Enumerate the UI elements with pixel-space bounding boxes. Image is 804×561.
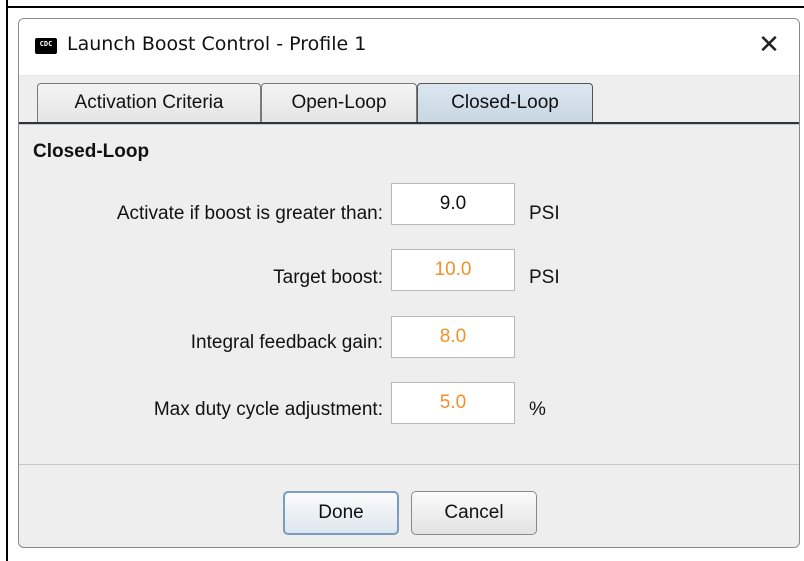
app-logo-text: CDC [39, 40, 53, 48]
integral-gain-label: Integral feedback gain: [190, 332, 383, 353]
max-duty-cycle-unit: % [529, 399, 546, 420]
max-duty-cycle-label: Max duty cycle adjustment: [153, 399, 383, 420]
max-duty-cycle-field[interactable]: 5.0 [391, 382, 515, 424]
target-boost-field[interactable]: 10.0 [391, 249, 515, 291]
tab-underline-highlight [19, 124, 799, 125]
frame-edge-top [6, 6, 804, 8]
screenshot-background: CDC Launch Boost Control - Profile 1 ✕ A… [0, 0, 804, 561]
target-boost-label: Target boost: [273, 267, 383, 288]
tab-closed-loop[interactable]: Closed-Loop [417, 83, 593, 123]
title-bar[interactable]: CDC Launch Boost Control - Profile 1 ✕ [19, 19, 799, 76]
frame-edge-left [6, 0, 8, 561]
integral-gain-field[interactable]: 8.0 [391, 316, 515, 358]
target-boost-unit: PSI [529, 267, 560, 288]
section-title: Closed-Loop [33, 141, 150, 162]
activate-boost-unit: PSI [529, 203, 560, 224]
button-separator [19, 464, 799, 465]
tab-activation-criteria[interactable]: Activation Criteria [37, 83, 261, 123]
activate-boost-label: Activate if boost is greater than: [116, 203, 383, 224]
cancel-button[interactable]: Cancel [411, 491, 537, 535]
done-button[interactable]: Done [283, 491, 399, 535]
app-logo-icon: CDC [35, 38, 57, 54]
activate-boost-field[interactable]: 9.0 [391, 183, 515, 225]
tab-open-loop[interactable]: Open-Loop [261, 83, 417, 123]
window-title: Launch Boost Control - Profile 1 [67, 33, 367, 55]
launch-boost-dialog: CDC Launch Boost Control - Profile 1 ✕ A… [18, 18, 800, 548]
close-icon[interactable]: ✕ [755, 31, 783, 59]
